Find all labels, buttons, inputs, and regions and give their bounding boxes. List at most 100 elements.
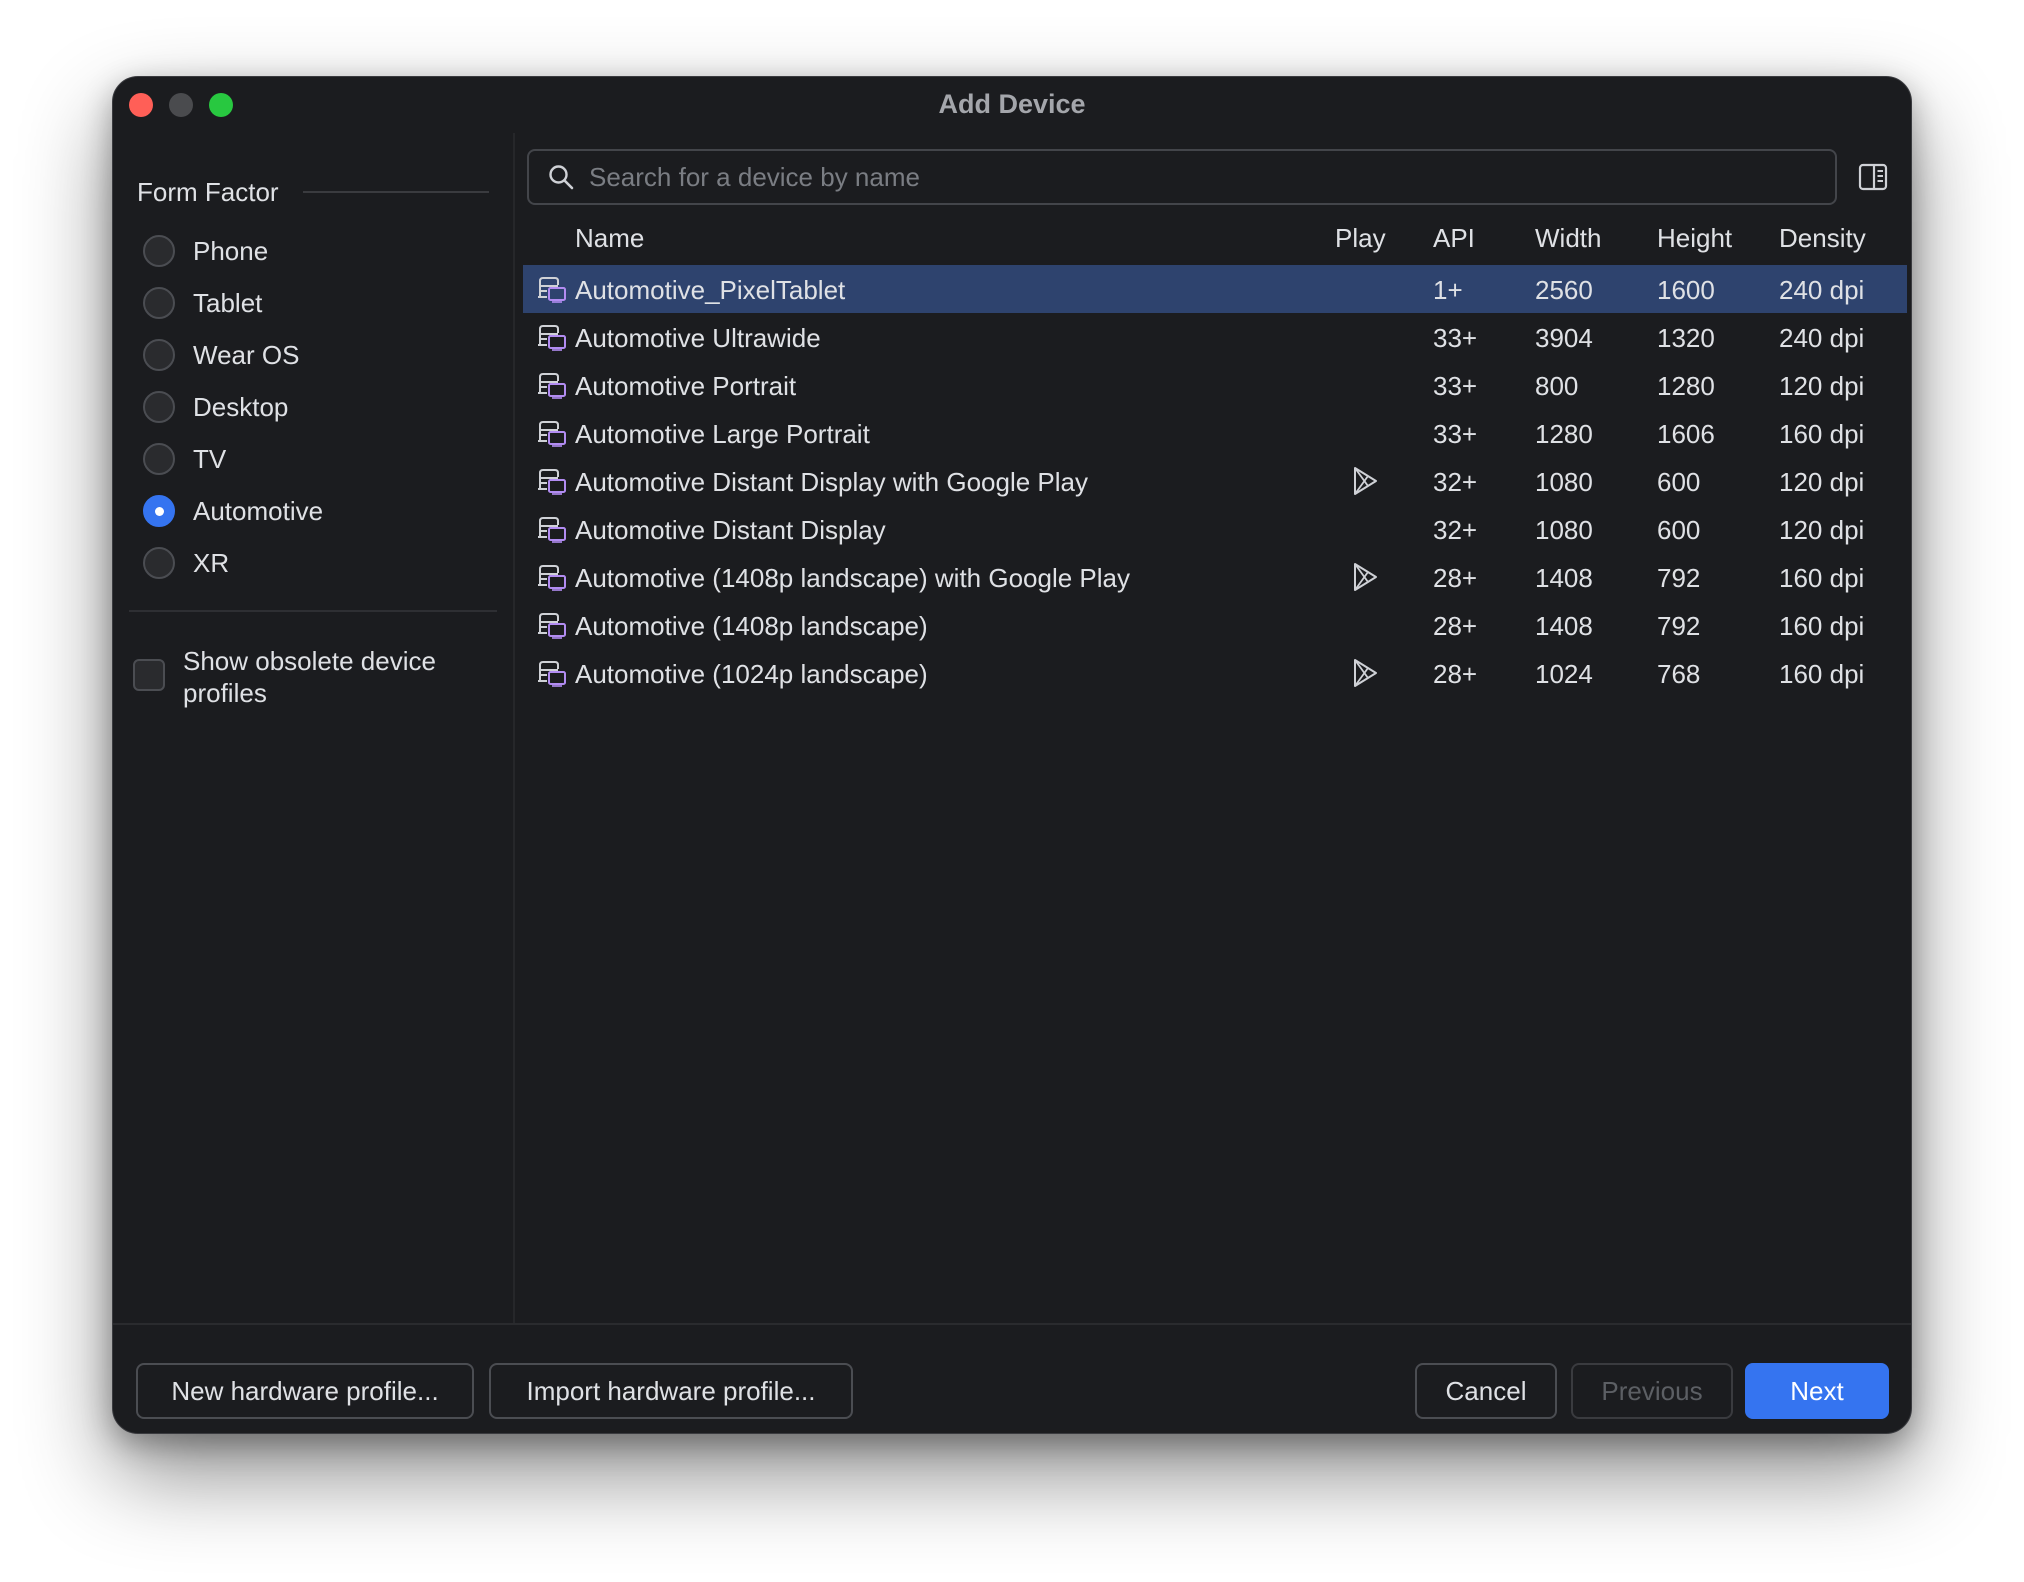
device-height: 1320	[1657, 323, 1715, 353]
radio-option-desktop[interactable]: Desktop	[143, 387, 288, 427]
google-play-icon	[1354, 659, 1377, 687]
show-obsolete-checkbox[interactable]	[133, 659, 165, 691]
column-header-name[interactable]: Name	[575, 223, 644, 254]
radio-label: Wear OS	[193, 339, 300, 370]
radio-button[interactable]	[143, 547, 175, 579]
footer-divider	[113, 1323, 1911, 1325]
automotive-device-icon	[538, 517, 566, 543]
panel-divider[interactable]	[513, 133, 515, 1323]
device-api: 33+	[1433, 371, 1478, 401]
device-height: 1600	[1657, 275, 1715, 305]
radio-button[interactable]	[143, 391, 175, 423]
device-row[interactable]: Automotive (1408p landscape) with Google…	[523, 553, 1907, 601]
device-name: Automotive Distant Display with Google P…	[575, 467, 1089, 497]
device-api: 32+	[1433, 515, 1478, 545]
device-height: 768	[1657, 659, 1701, 689]
radio-button[interactable]	[143, 443, 175, 475]
device-api: 28+	[1433, 659, 1478, 689]
radio-button-selected[interactable]	[143, 495, 175, 527]
radio-button[interactable]	[143, 339, 175, 371]
show-obsolete-label[interactable]: Show obsolete device profiles	[183, 645, 483, 709]
automotive-device-icon	[538, 565, 566, 591]
radio-option-tv[interactable]: TV	[143, 439, 226, 479]
new-hardware-profile-button[interactable]: New hardware profile...	[136, 1363, 474, 1419]
column-header-density[interactable]: Density	[1779, 223, 1866, 254]
device-search-box[interactable]	[527, 149, 1837, 205]
device-row[interactable]: Automotive (1408p landscape) 28+ 1408 792 16…	[523, 601, 1907, 649]
device-width: 1408	[1535, 611, 1593, 641]
device-name: Automotive Portrait	[575, 371, 797, 401]
radio-option-wear-os[interactable]: Wear OS	[143, 335, 299, 375]
radio-option-phone[interactable]: Phone	[143, 231, 268, 271]
device-name: Automotive Large Portrait	[575, 419, 870, 449]
automotive-device-icon	[538, 277, 566, 303]
panel-toggle-icon[interactable]	[1857, 161, 1889, 193]
automotive-device-icon	[538, 469, 566, 495]
column-header-width[interactable]: Width	[1535, 223, 1601, 254]
device-height: 1280	[1657, 371, 1715, 401]
add-device-dialog: Add Device Form Factor Phone Tablet Wear…	[112, 76, 1912, 1434]
radio-label: Tablet	[193, 287, 263, 318]
device-name: Automotive (1024p landscape)	[575, 659, 928, 689]
device-width: 1280	[1535, 419, 1593, 449]
radio-label: Automotive	[193, 495, 324, 526]
device-width: 2560	[1535, 275, 1593, 305]
form-factor-header: Form Factor	[137, 177, 279, 207]
radio-option-automotive[interactable]: Automotive	[143, 491, 323, 531]
device-row[interactable]: Automotive Portrait 33+ 800 1280 120 dpi	[523, 361, 1907, 409]
window-title: Add Device	[938, 89, 1086, 119]
table-body: Automotive_PixelTablet 1+ 2560 1600 240 dpi A…	[523, 265, 1907, 697]
device-density: 160 dpi	[1779, 611, 1865, 641]
device-height: 1606	[1657, 419, 1715, 449]
cancel-button[interactable]: Cancel	[1415, 1363, 1557, 1419]
automotive-device-icon	[538, 421, 566, 447]
title-bar: Add Device	[113, 77, 1911, 133]
column-header-api[interactable]: API	[1433, 223, 1475, 254]
device-width: 1408	[1535, 563, 1593, 593]
device-api: 28+	[1433, 563, 1478, 593]
device-api: 32+	[1433, 467, 1478, 497]
device-density: 160 dpi	[1779, 419, 1865, 449]
device-row[interactable]: Automotive Ultrawide 33+ 3904 1320 240 dpi	[523, 313, 1907, 361]
device-width: 3904	[1535, 323, 1593, 353]
device-name: Automotive (1408p landscape) with Google…	[575, 563, 1130, 593]
device-row[interactable]: Automotive (1024p landscape) 28+ 1024 768 16…	[523, 649, 1907, 697]
import-hardware-profile-button[interactable]: Import hardware profile...	[489, 1363, 853, 1419]
column-header-play[interactable]: Play	[1335, 223, 1386, 254]
next-button[interactable]: Next	[1745, 1363, 1889, 1419]
device-row[interactable]: Automotive_PixelTablet 1+ 2560 1600 240 dpi	[523, 265, 1907, 313]
radio-button[interactable]	[143, 235, 175, 267]
device-api: 28+	[1433, 611, 1478, 641]
radio-label: XR	[193, 547, 230, 578]
device-width: 1024	[1535, 659, 1593, 689]
automotive-device-icon	[538, 373, 566, 399]
radio-option-tablet[interactable]: Tablet	[143, 283, 262, 323]
search-input[interactable]	[589, 161, 1789, 193]
device-height: 600	[1657, 515, 1701, 545]
device-width: 1080	[1535, 515, 1593, 545]
radio-label: Desktop	[193, 391, 289, 422]
device-api: 33+	[1433, 323, 1478, 353]
device-width: 800	[1535, 371, 1579, 401]
device-table: Name Play API Width Height Density Autom…	[523, 217, 1907, 697]
search-icon	[549, 165, 574, 190]
automotive-device-icon	[538, 613, 566, 639]
column-header-height[interactable]: Height	[1657, 223, 1732, 254]
device-name: Automotive_PixelTablet	[575, 275, 846, 305]
device-height: 792	[1657, 563, 1701, 593]
radio-button[interactable]	[143, 287, 175, 319]
form-factor-header-separator	[303, 191, 489, 193]
google-play-icon	[1354, 467, 1377, 495]
device-name: Automotive (1408p landscape)	[575, 611, 928, 641]
device-row[interactable]: Automotive Large Portrait 33+ 1280 1606 160 …	[523, 409, 1907, 457]
previous-button: Previous	[1571, 1363, 1733, 1419]
device-density: 160 dpi	[1779, 563, 1865, 593]
device-row[interactable]: Automotive Distant Display with Google P…	[523, 457, 1907, 505]
device-row[interactable]: Automotive Distant Display 32+ 1080 600 120 …	[523, 505, 1907, 553]
device-density: 240 dpi	[1779, 275, 1865, 305]
device-density: 240 dpi	[1779, 323, 1865, 353]
radio-option-xr[interactable]: XR	[143, 543, 229, 583]
device-api: 33+	[1433, 419, 1478, 449]
device-density: 120 dpi	[1779, 467, 1865, 497]
device-width: 1080	[1535, 467, 1593, 497]
